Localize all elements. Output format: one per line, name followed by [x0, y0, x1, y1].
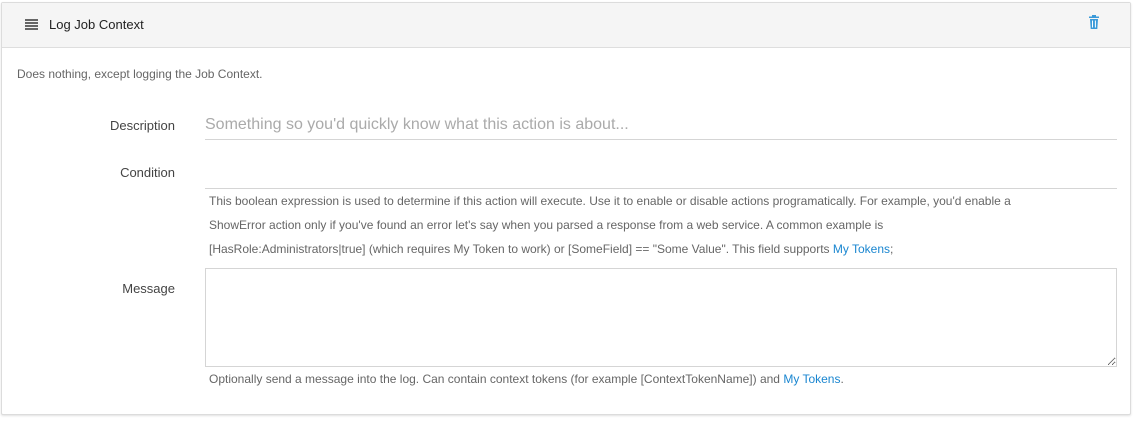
message-textarea[interactable]: [205, 268, 1117, 367]
condition-help-line: ShowError action only if you've found an…: [209, 218, 884, 232]
action-panel: Log Job Context Does nothing, except log…: [1, 2, 1131, 415]
panel-title: Log Job Context: [49, 17, 144, 32]
condition-help-line: [HasRole:Administrators|true] (which req…: [209, 237, 1114, 261]
message-help-body: Optionally send a message into the log. …: [209, 372, 784, 386]
trash-icon[interactable]: [1088, 15, 1100, 29]
my-tokens-link[interactable]: My Tokens: [833, 242, 890, 256]
my-tokens-link[interactable]: My Tokens: [783, 372, 840, 386]
panel-header: Log Job Context: [2, 3, 1130, 48]
message-label: Message: [122, 281, 175, 296]
condition-help-text: This boolean expression is used to deter…: [209, 189, 1114, 261]
message-help-suffix: .: [840, 372, 844, 386]
condition-label: Condition: [120, 165, 175, 180]
drag-handle-icon[interactable]: [25, 19, 38, 30]
condition-help-text-end: [HasRole:Administrators|true] (which req…: [209, 242, 833, 256]
message-help-text: Optionally send a message into the log. …: [209, 367, 1114, 391]
condition-help-line: This boolean expression is used to deter…: [209, 194, 1011, 208]
description-label: Description: [109, 118, 175, 133]
condition-input[interactable]: [205, 157, 1117, 189]
condition-help-suffix: ;: [890, 242, 894, 256]
action-description-text: Does nothing, except logging the Job Con…: [17, 67, 263, 81]
description-input[interactable]: [205, 110, 1117, 140]
